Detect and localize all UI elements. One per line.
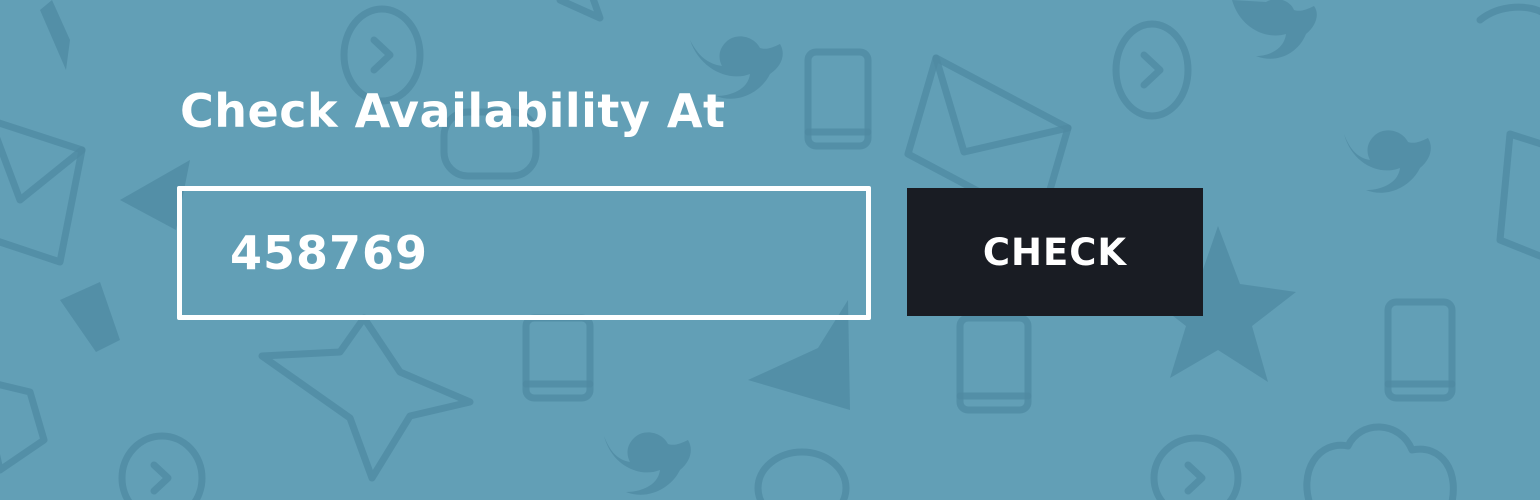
pincode-input[interactable] xyxy=(177,186,871,320)
check-button[interactable]: CHECK xyxy=(907,188,1203,316)
availability-title: Check Availability At xyxy=(180,84,726,138)
availability-widget: Check Availability At CHECK xyxy=(0,0,1540,500)
